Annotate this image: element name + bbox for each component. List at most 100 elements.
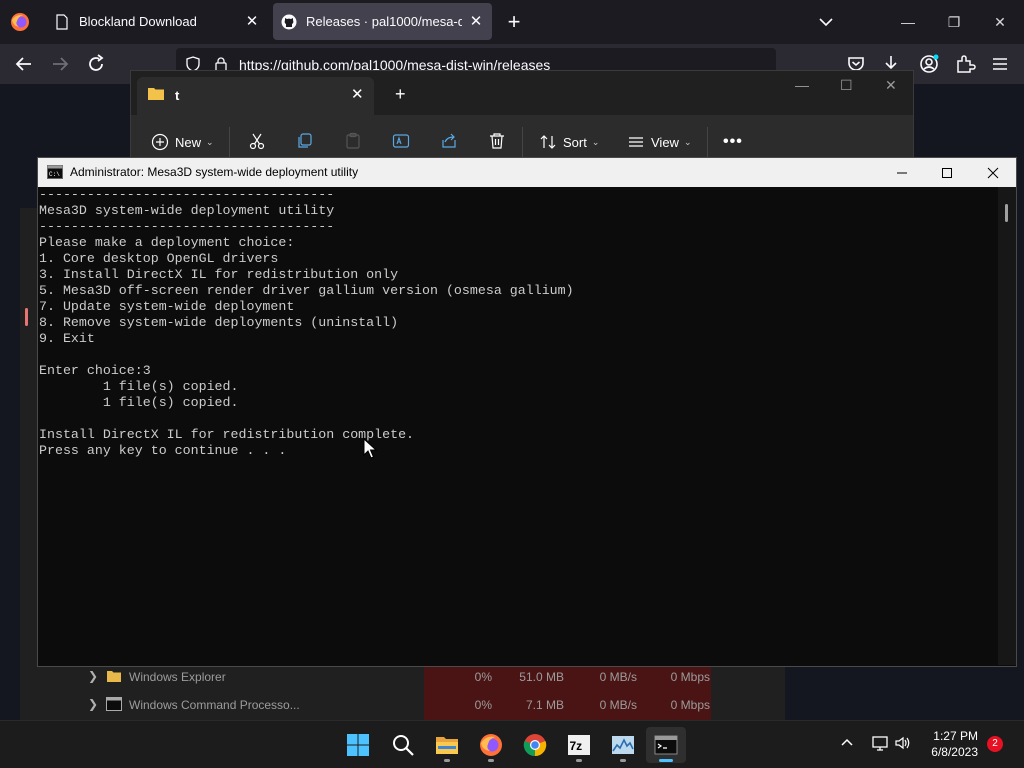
chevron-down-icon: ⌄ — [206, 136, 214, 147]
process-cpu: 0% — [474, 698, 492, 712]
console-scrollbar[interactable] — [998, 187, 1016, 665]
console-line: Mesa3D system-wide deployment utility — [39, 203, 335, 218]
task-manager-nav-indicator — [25, 308, 28, 326]
system-tray-icons[interactable] — [871, 735, 915, 751]
start-icon — [347, 734, 369, 756]
console-line: 5. Mesa3D off-screen render driver galli… — [39, 283, 574, 298]
minimize-icon[interactable] — [879, 158, 925, 187]
more-options-icon[interactable]: ••• — [723, 130, 743, 154]
console-icon: C:\ — [47, 165, 63, 179]
copy-icon[interactable] — [296, 132, 314, 150]
start-button[interactable] — [338, 727, 378, 763]
minimize-icon[interactable]: — — [898, 12, 918, 32]
expand-chevron-icon[interactable]: ❯ — [88, 669, 98, 683]
console-icon — [106, 697, 122, 711]
separator — [522, 127, 523, 157]
chevron-down-icon: ⌄ — [683, 136, 692, 147]
taskbar-7zip[interactable]: 7z — [559, 727, 599, 763]
tab-title: Releases · pal1000/mesa-dist-win — [306, 14, 462, 29]
performance-monitor-icon — [612, 736, 634, 754]
tab-releases[interactable]: Releases · pal1000/mesa-dist-win ✕ — [273, 3, 492, 40]
menu-icon[interactable] — [989, 53, 1011, 75]
svg-text:7z: 7z — [570, 739, 583, 753]
sort-icon — [540, 135, 556, 149]
explorer-tab-strip: t ✕ + — ☐ ✕ — [131, 71, 913, 115]
clock-time[interactable]: 1:27 PM — [920, 729, 978, 743]
process-disk: 0 MB/s — [599, 670, 637, 684]
console-line: 9. Exit — [39, 331, 95, 346]
share-icon[interactable] — [440, 132, 458, 150]
plus-circle-icon — [151, 133, 169, 151]
chevron-down-icon: ⌄ — [591, 136, 600, 147]
minimize-icon[interactable]: — — [795, 77, 809, 93]
paste-icon[interactable] — [344, 132, 362, 150]
running-indicator — [488, 759, 494, 762]
console-line: 7. Update system-wide deployment — [39, 299, 295, 314]
process-network: 0 Mbps — [670, 670, 710, 684]
taskbar-file-explorer[interactable] — [427, 727, 467, 763]
console-line: ------------------------------------- — [39, 219, 335, 234]
close-tab-icon[interactable]: ✕ — [244, 13, 260, 30]
console-line: Please make a deployment choice: — [39, 235, 295, 250]
new-button[interactable]: New ⌄ — [151, 130, 214, 154]
network-icon — [872, 736, 888, 751]
file-icon — [56, 13, 68, 30]
close-icon[interactable]: ✕ — [990, 12, 1010, 32]
console-line: 1. Core desktop OpenGL drivers — [39, 251, 279, 266]
cut-icon[interactable] — [248, 132, 266, 150]
scrollbar-thumb[interactable] — [1005, 204, 1008, 222]
close-icon[interactable]: ✕ — [885, 77, 897, 94]
new-tab-button[interactable]: + — [503, 11, 525, 33]
console-title-bar[interactable]: C:\ Administrator: Mesa3D system-wide de… — [38, 158, 1016, 187]
folder-icon — [107, 671, 121, 682]
7zip-icon: 7z — [568, 735, 590, 755]
reload-icon[interactable] — [85, 53, 107, 75]
folder-icon — [148, 88, 164, 100]
process-memory: 51.0 MB — [519, 670, 564, 684]
view-button[interactable]: View ⌄ — [627, 130, 692, 154]
github-icon — [281, 14, 297, 29]
notification-badge[interactable]: 2 — [987, 736, 1003, 752]
file-explorer-icon — [436, 737, 458, 754]
process-row-command-processor[interactable]: ❯ Windows Command Processo... 0% 7.1 MB … — [86, 692, 716, 718]
search-button[interactable] — [383, 727, 423, 763]
tab-blockland-download[interactable]: Blockland Download ✕ — [46, 3, 268, 40]
view-icon — [629, 137, 643, 147]
chevron-up-icon[interactable] — [839, 735, 855, 751]
delete-icon[interactable] — [488, 132, 506, 150]
account-icon[interactable] — [918, 53, 940, 75]
extensions-icon[interactable] — [954, 53, 976, 75]
file-explorer-window: t ✕ + — ☐ ✕ New ⌄ Sort ⌄ View ⌄ ••• — [130, 70, 914, 170]
taskbar-performance-monitor[interactable] — [603, 727, 643, 763]
expand-chevron-icon[interactable]: ❯ — [88, 697, 98, 711]
taskbar-chrome[interactable] — [515, 727, 555, 763]
taskbar-firefox[interactable] — [471, 727, 511, 763]
chevron-down-icon[interactable] — [816, 12, 836, 32]
console-title: Administrator: Mesa3D system-wide deploy… — [70, 165, 359, 179]
console-line: ------------------------------------- — [39, 187, 335, 202]
new-tab-button[interactable]: + — [395, 84, 406, 105]
taskbar-command-prompt[interactable] — [646, 727, 686, 763]
restore-icon[interactable]: ❐ — [944, 12, 964, 32]
process-name: Windows Explorer — [129, 670, 226, 684]
clock-date[interactable]: 6/8/2023 — [920, 745, 978, 759]
console-output[interactable]: ------------------------------------- Me… — [39, 187, 997, 665]
mouse-cursor-icon — [363, 438, 377, 459]
firefox-icon[interactable] — [10, 12, 30, 32]
explorer-tab[interactable]: t ✕ — [137, 77, 374, 115]
maximize-icon[interactable]: ☐ — [840, 77, 853, 94]
console-line: 1 file(s) copied. — [39, 395, 239, 410]
close-icon[interactable] — [970, 158, 1016, 187]
close-tab-icon[interactable]: ✕ — [351, 85, 364, 103]
rename-icon[interactable] — [392, 132, 410, 150]
sort-button[interactable]: Sort ⌄ — [539, 130, 599, 154]
back-icon[interactable] — [13, 53, 35, 75]
close-tab-icon[interactable]: ✕ — [468, 13, 484, 30]
maximize-icon[interactable] — [924, 158, 970, 187]
volume-icon — [895, 736, 910, 750]
forward-icon[interactable] — [49, 53, 71, 75]
console-line: 3. Install DirectX IL for redistribution… — [39, 267, 399, 282]
separator — [707, 127, 708, 157]
new-button-label: New — [175, 134, 202, 150]
process-row-windows-explorer[interactable]: ❯ Windows Explorer 0% 51.0 MB 0 MB/s 0 M… — [86, 664, 716, 690]
